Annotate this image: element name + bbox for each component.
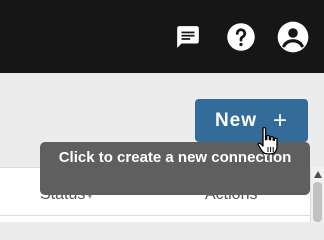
new-button-label: New xyxy=(214,109,258,131)
hand-pointer-cursor-icon xyxy=(256,126,282,158)
scroll-up-arrow-icon[interactable] xyxy=(314,171,322,178)
help-icon[interactable] xyxy=(225,21,257,53)
row-divider xyxy=(0,215,310,216)
feedback-icon[interactable] xyxy=(172,21,204,53)
top-navigation-bar xyxy=(0,0,324,73)
scrollbar-thumb[interactable] xyxy=(313,182,322,222)
new-connection-button[interactable]: New + xyxy=(195,99,308,142)
account-icon[interactable] xyxy=(277,21,309,53)
vertical-scrollbar[interactable] xyxy=(310,167,324,222)
